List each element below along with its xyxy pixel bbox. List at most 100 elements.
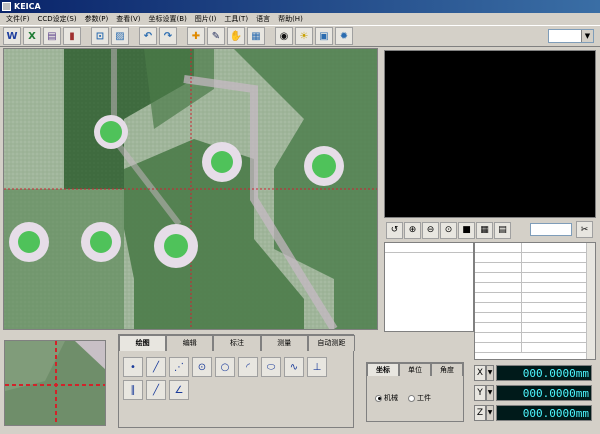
tab-0[interactable]: 绘图 <box>119 335 167 351</box>
tools-icon[interactable]: ✂ <box>576 221 593 238</box>
tab-3[interactable]: 测量 <box>260 335 308 351</box>
auto-focus-icon[interactable]: ⊡ <box>91 27 109 45</box>
tab-1[interactable]: 编辑 <box>166 335 214 351</box>
grid-row <box>475 323 595 333</box>
camera-icon[interactable]: ◉ <box>275 27 293 45</box>
coord-mode-radio-0[interactable]: 机械 <box>375 393 398 403</box>
dashed-line-tool-icon[interactable]: ⋰ <box>169 357 189 377</box>
readout-value: 000.0000mm <box>496 405 592 421</box>
circle-tool-icon[interactable]: ○ <box>215 357 235 377</box>
line-tool-icon[interactable]: ╱ <box>146 357 166 377</box>
blue-grid-icon[interactable]: ▤ <box>494 221 511 239</box>
tab-4[interactable]: 自动测距 <box>307 335 356 351</box>
readout-value: 000.0000mm <box>496 385 592 401</box>
settings-icon[interactable]: ✹ <box>335 27 353 45</box>
angle-tool-icon[interactable]: ∠ <box>169 380 189 400</box>
pen-icon[interactable]: ✎ <box>207 27 225 45</box>
result-list[interactable] <box>384 242 474 332</box>
ellipse-tool-icon[interactable]: ⬭ <box>261 357 281 377</box>
coord-tabs: 坐标 单位 角度 <box>367 363 463 376</box>
excel-export-icon[interactable]: X <box>23 27 41 45</box>
menu-item-6[interactable]: 工具(T) <box>220 14 252 24</box>
tool-buttons: • ╱ ⋰ ⊙ ○ ◜ ⬭ ∿ ⊥ ∥ ╱ ∠ <box>123 357 349 403</box>
perpendicular-tool-icon[interactable]: ⊥ <box>307 357 327 377</box>
menu-item-2[interactable]: 参数(P) <box>81 14 113 24</box>
slash-tool-icon[interactable]: ╱ <box>146 380 166 400</box>
radio-dot[interactable] <box>408 394 415 402</box>
radio-dot[interactable] <box>375 394 382 402</box>
grid-row <box>475 283 595 293</box>
color-grid-icon[interactable]: ▦ <box>476 221 493 239</box>
circle-center-tool-icon[interactable]: ⊙ <box>192 357 212 377</box>
axis-button-z[interactable]: Z <box>474 405 486 421</box>
readout-z: Z ▼ 000.0000mm <box>474 404 596 422</box>
coord-mode: 机械 工件 <box>375 393 441 403</box>
grid-cell <box>475 333 522 342</box>
scale-icon[interactable]: ▨ <box>111 27 129 45</box>
radio-label: 机械 <box>384 394 398 402</box>
grid-row <box>475 263 595 273</box>
coord-tab-0[interactable]: 坐标 <box>367 363 399 376</box>
grid-row <box>475 313 595 323</box>
zoom-fit-icon[interactable]: ⊙ <box>440 221 457 239</box>
menu-item-7[interactable]: 语言 <box>252 14 274 24</box>
readout-x: X ▼ 000.0000mm <box>474 364 596 382</box>
toolbar: W X ▤ ▮ ⊡ ▨ ↶ ↷ ✚ ✎ ✋ ▦ ◉ ☀ ▣ ✹ ▼ <box>0 25 600 47</box>
chevron-down-icon[interactable]: ▼ <box>486 405 494 421</box>
arc-tool-icon[interactable]: ◜ <box>238 357 258 377</box>
zoom-field[interactable] <box>530 223 572 236</box>
result-list-header <box>385 243 473 253</box>
window-icon[interactable]: ▣ <box>315 27 333 45</box>
grid-scrollbar[interactable] <box>586 243 595 359</box>
axis-button-y[interactable]: Y <box>474 385 486 401</box>
grid-cell <box>475 243 522 252</box>
grid-row <box>475 343 595 353</box>
menu-item-5[interactable]: 图片(I) <box>191 14 221 24</box>
light-icon[interactable]: ☀ <box>295 27 313 45</box>
title-bar: KEICA <box>0 0 600 13</box>
coord-mode-radio-1[interactable]: 工件 <box>408 393 431 403</box>
undo-icon[interactable]: ↶ <box>139 27 157 45</box>
thumbnail-image <box>5 341 105 425</box>
preview-window <box>384 50 596 218</box>
reset-icon[interactable]: ↺ <box>386 221 403 239</box>
menu-item-3[interactable]: 查看(V) <box>112 14 144 24</box>
grid-cell <box>475 283 522 292</box>
menu-item-0[interactable]: 文件(F) <box>2 14 34 24</box>
menu-item-4[interactable]: 坐标设置(B) <box>145 14 191 24</box>
thumbnail-view[interactable] <box>4 340 106 426</box>
chart-icon[interactable]: ▮ <box>63 27 81 45</box>
hand-icon[interactable]: ✋ <box>227 27 245 45</box>
menu-bar: 文件(F) CCD设定(S) 参数(P) 查看(V) 坐标设置(B) 图片(I) 工具(T)… <box>0 13 600 25</box>
camera-view[interactable] <box>3 48 378 330</box>
main-window: KEICA 文件(F) CCD设定(S) 参数(P) 查看(V) 坐标设置(B) 图片(I… <box>0 0 600 434</box>
tab-2[interactable]: 标注 <box>213 335 261 351</box>
chevron-down-icon[interactable]: ▼ <box>581 30 593 42</box>
menu-item-1[interactable]: CCD设定(S) <box>34 14 81 24</box>
block-icon[interactable]: ■ <box>458 221 475 239</box>
zoom-in-icon[interactable]: ⊕ <box>404 221 421 239</box>
point-tool-icon[interactable]: • <box>123 357 143 377</box>
axis-button-x[interactable]: X <box>474 365 486 381</box>
coord-tab-2[interactable]: 角度 <box>431 363 463 376</box>
save-icon[interactable]: ▤ <box>43 27 61 45</box>
grid-cell <box>475 313 522 322</box>
chevron-down-icon[interactable]: ▼ <box>486 385 494 401</box>
word-export-icon[interactable]: W <box>3 27 21 45</box>
grid-icon[interactable]: ▦ <box>247 27 265 45</box>
grid-row <box>475 303 595 313</box>
redo-icon[interactable]: ↷ <box>159 27 177 45</box>
data-grid[interactable] <box>474 242 596 360</box>
menu-item-8[interactable]: 帮助(H) <box>274 14 307 24</box>
grid-cell <box>475 303 522 312</box>
radio-label: 工件 <box>417 394 431 402</box>
parallel-tool-icon[interactable]: ∥ <box>123 380 143 400</box>
coord-tab-1[interactable]: 单位 <box>399 363 431 376</box>
grid-cell <box>475 323 522 332</box>
curve-tool-icon[interactable]: ∿ <box>284 357 304 377</box>
crosshair-icon[interactable]: ✚ <box>187 27 205 45</box>
readout-value: 000.0000mm <box>496 365 592 381</box>
toolbar-combo[interactable]: ▼ <box>548 29 594 43</box>
zoom-out-icon[interactable]: ⊖ <box>422 221 439 239</box>
chevron-down-icon[interactable]: ▼ <box>486 365 494 381</box>
